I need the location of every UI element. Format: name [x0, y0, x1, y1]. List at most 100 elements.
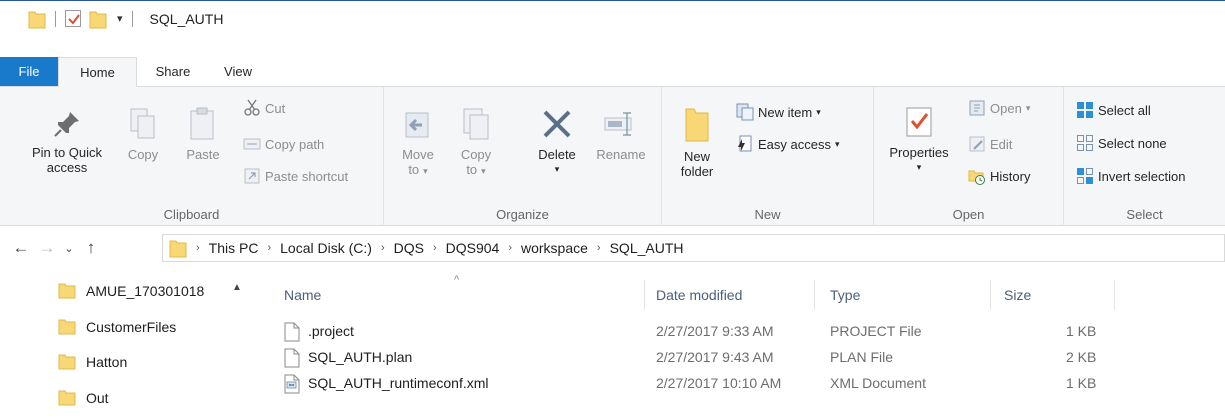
- copy-to-label-line1: Copy: [460, 147, 492, 162]
- breadcrumb-local-disk[interactable]: Local Disk (C:): [280, 240, 372, 256]
- pin-to-quick-access-button[interactable]: Pin to Quick access: [20, 109, 114, 175]
- customize-quick-access-icon[interactable]: ▾: [117, 12, 123, 25]
- new-folder-quick-icon[interactable]: [89, 9, 107, 29]
- address-folder-icon: [169, 240, 187, 258]
- column-header-name[interactable]: Name: [284, 280, 321, 310]
- edit-button[interactable]: Edit: [968, 135, 1012, 153]
- open-group: Properties ▾ Open ▾ Edit History Open: [874, 87, 1064, 226]
- history-button[interactable]: History: [968, 167, 1030, 185]
- folder-icon: [58, 319, 76, 335]
- column-header-size[interactable]: Size: [1004, 280, 1031, 310]
- scissors-icon: [243, 99, 261, 117]
- move-to-label-line2: to ▾: [398, 162, 438, 179]
- file-row[interactable]: SQL_AUTH_runtimeconf.xml 2/27/2017 10:10…: [278, 372, 1118, 396]
- paste-shortcut-button[interactable]: Paste shortcut: [243, 167, 348, 185]
- properties-button[interactable]: Properties ▾: [882, 105, 956, 175]
- copy-to-button[interactable]: Copy to ▾: [456, 107, 496, 179]
- column-divider[interactable]: [644, 280, 645, 310]
- file-icon: [284, 322, 300, 342]
- scroll-up-arrow-icon[interactable]: ▲: [232, 282, 242, 293]
- select-all-button[interactable]: Select all: [1076, 101, 1151, 119]
- cut-label: Cut: [265, 100, 286, 116]
- tab-view[interactable]: View: [209, 57, 267, 86]
- column-divider[interactable]: [1114, 280, 1115, 310]
- breadcrumb-separator-icon[interactable]: ›: [433, 242, 437, 254]
- paste-button[interactable]: Paste: [182, 107, 224, 162]
- breadcrumb-dqs[interactable]: DQS: [394, 240, 424, 256]
- properties-quick-icon[interactable]: [65, 10, 81, 27]
- delete-label: Delete: [538, 147, 576, 162]
- folder-icon[interactable]: [28, 9, 46, 29]
- column-header-date-modified[interactable]: Date modified: [656, 280, 742, 310]
- file-row[interactable]: SQL_AUTH.plan 2/27/2017 9:43 AM PLAN Fil…: [278, 346, 1118, 370]
- move-to-label-line1: Move: [402, 147, 434, 162]
- folder-icon: [58, 283, 76, 299]
- breadcrumb-dqs904[interactable]: DQS904: [446, 240, 500, 256]
- breadcrumb-separator-icon[interactable]: ›: [267, 242, 271, 254]
- history-icon: [968, 167, 986, 185]
- new-item-caret-icon: ▾: [816, 106, 821, 117]
- file-type: XML Document: [830, 375, 926, 391]
- select-none-button[interactable]: Select none: [1076, 134, 1167, 152]
- breadcrumb-separator-icon[interactable]: ›: [381, 242, 385, 254]
- easy-access-button[interactable]: Easy access ▾: [736, 135, 840, 153]
- move-to-button[interactable]: Move to ▾: [398, 109, 438, 179]
- easy-access-icon: [736, 135, 754, 153]
- properties-label: Properties: [889, 145, 949, 160]
- navigation-pane: AMUE_170301018 ▲ CustomerFiles Hatton Ou…: [0, 270, 256, 419]
- nav-item-customerfiles[interactable]: CustomerFiles: [58, 315, 176, 339]
- sort-ascending-icon: ^: [454, 274, 460, 286]
- column-header-type[interactable]: Type: [830, 280, 860, 310]
- organize-group: Move to ▾ Copy to ▾ Delete ▾ Rename Orga…: [384, 87, 662, 226]
- address-bar[interactable]: › This PC › Local Disk (C:) › DQS › DQS9…: [162, 234, 1225, 262]
- copy-to-label-line2: to ▾: [456, 162, 496, 179]
- invert-selection-button[interactable]: Invert selection: [1076, 167, 1185, 185]
- nav-item-amue[interactable]: AMUE_170301018: [58, 279, 204, 303]
- easy-access-caret-icon: ▾: [834, 138, 840, 149]
- move-to-icon: [405, 112, 429, 138]
- breadcrumb-sql-auth[interactable]: SQL_AUTH: [610, 240, 684, 256]
- file-row[interactable]: .project 2/27/2017 9:33 AM PROJECT File …: [278, 320, 1118, 344]
- recent-locations-chevron-icon[interactable]: ⌄: [60, 242, 78, 255]
- file-list: ^ Name Date modified Type Size .project …: [256, 270, 1225, 419]
- copy-button[interactable]: Copy: [122, 107, 164, 162]
- file-size: 1 KB: [1066, 375, 1097, 391]
- breadcrumb-workspace[interactable]: workspace: [521, 240, 588, 256]
- easy-access-label: Easy access: [758, 136, 831, 152]
- open-group-label: Open: [952, 207, 985, 222]
- new-folder-button[interactable]: New folder: [674, 105, 720, 179]
- column-divider[interactable]: [990, 280, 991, 310]
- column-divider[interactable]: [814, 280, 815, 310]
- properties-icon: [906, 107, 932, 137]
- copy-path-button[interactable]: Copy path: [243, 135, 324, 153]
- nav-item-out[interactable]: Out: [58, 386, 109, 410]
- new-group-label: New: [754, 207, 781, 222]
- clipboard-group: Pin to Quick access Copy Paste Cut Copy …: [0, 87, 384, 226]
- breadcrumb-separator-icon[interactable]: ›: [196, 242, 200, 254]
- delete-button[interactable]: Delete ▾: [530, 107, 584, 177]
- open-icon: [968, 99, 986, 117]
- up-arrow-icon[interactable]: ↑: [78, 238, 104, 258]
- open-button[interactable]: Open ▾: [968, 99, 1030, 117]
- delete-x-icon: [543, 110, 571, 138]
- folder-icon: [58, 390, 76, 406]
- breadcrumb-separator-icon[interactable]: ›: [508, 242, 512, 254]
- breadcrumb-this-pc[interactable]: This PC: [209, 240, 259, 256]
- back-arrow-icon[interactable]: ←: [8, 238, 34, 258]
- tab-share[interactable]: Share: [137, 57, 209, 86]
- cut-button[interactable]: Cut: [243, 99, 285, 117]
- copy-path-label: Copy path: [265, 136, 325, 152]
- properties-caret-icon: ▾: [916, 162, 922, 172]
- tab-home[interactable]: Home: [58, 57, 137, 87]
- select-all-label: Select all: [1098, 102, 1151, 118]
- tab-file[interactable]: File: [0, 57, 58, 86]
- nav-item-hatton[interactable]: Hatton: [58, 350, 127, 374]
- forward-arrow-icon[interactable]: →: [34, 238, 60, 258]
- select-group-label: Select: [1126, 207, 1163, 222]
- rename-button[interactable]: Rename: [590, 107, 652, 162]
- file-date: 2/27/2017 9:33 AM: [656, 323, 774, 339]
- breadcrumb-separator-icon[interactable]: ›: [597, 242, 601, 254]
- address-bar-row: ← → ⌄ ↑ › This PC › Local Disk (C:) › DQ…: [0, 230, 1225, 266]
- new-item-button[interactable]: New item ▾: [736, 103, 821, 121]
- pin-icon: [54, 112, 79, 137]
